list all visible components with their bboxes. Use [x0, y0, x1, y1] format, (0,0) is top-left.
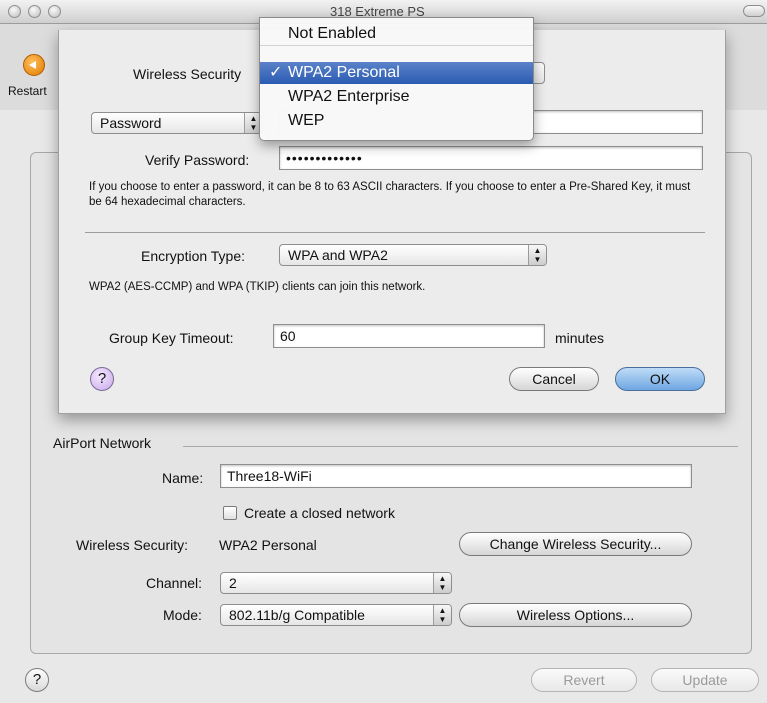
group-key-timeout-label: Group Key Timeout:	[109, 330, 234, 346]
close-window-button[interactable]	[8, 5, 21, 18]
closed-network-checkbox[interactable]	[223, 506, 237, 520]
menu-item-label: WEP	[288, 112, 325, 129]
restart-label[interactable]: Restart	[8, 84, 47, 98]
cancel-button[interactable]: Cancel	[509, 367, 599, 391]
wireless-security-label: Wireless Security:	[76, 537, 189, 553]
sheet-wireless-security-label: Wireless Security	[133, 66, 242, 82]
wireless-security-value: WPA2 Personal	[219, 537, 317, 553]
group-key-timeout-field[interactable]: 60	[273, 324, 545, 348]
sheet-divider	[85, 232, 705, 233]
verify-password-field[interactable]: •••••••••••••	[279, 146, 703, 170]
menu-item-label: WPA2 Personal	[288, 64, 400, 81]
verify-password-label: Verify Password:	[145, 152, 250, 168]
encryption-type-value: WPA and WPA2	[288, 247, 388, 263]
channel-label: Channel:	[146, 575, 203, 591]
name-label: Name:	[162, 470, 204, 486]
menu-separator	[260, 45, 533, 46]
revert-button[interactable]: Revert	[531, 668, 637, 692]
menu-item-label: Not Enabled	[288, 25, 377, 42]
password-info-text: If you choose to enter a password, it ca…	[89, 181, 691, 208]
channel-select[interactable]: 2 ▲ ▼	[220, 572, 452, 594]
zoom-window-button[interactable]	[48, 5, 61, 18]
menu-item-wpa2-enterprise[interactable]: WPA2 Enterprise	[260, 86, 533, 108]
closed-network-label: Create a closed network	[244, 505, 395, 521]
menu-item-label: WPA2 Enterprise	[288, 88, 410, 105]
channel-value: 2	[229, 575, 237, 591]
password-type-value: Password	[100, 115, 162, 131]
change-wireless-security-button[interactable]: Change Wireless Security...	[459, 532, 692, 556]
encryption-type-select[interactable]: WPA and WPA2 ▲ ▼	[279, 244, 547, 266]
update-button[interactable]: Update	[651, 668, 759, 692]
up-down-arrows-icon: ▲ ▼	[433, 573, 451, 593]
mode-value: 802.11b/g Compatible	[229, 607, 365, 623]
checkmark-icon: ✓	[269, 64, 283, 81]
airport-network-section-label: AirPort Network	[53, 435, 152, 451]
minimize-window-button[interactable]	[28, 5, 41, 18]
password-type-select[interactable]: Password ▲ ▼	[91, 112, 263, 134]
help-icon[interactable]: ?	[25, 668, 49, 692]
ok-button[interactable]: OK	[615, 367, 705, 391]
network-name-field[interactable]: Three18-WiFi	[220, 464, 692, 488]
menu-item-wpa2-personal[interactable]: ✓ WPA2 Personal	[260, 62, 533, 84]
encryption-info-text: WPA2 (AES-CCMP) and WPA (TKIP) clients c…	[89, 281, 426, 293]
help-icon[interactable]: ?	[90, 367, 114, 391]
up-down-arrows-icon: ▲ ▼	[433, 605, 451, 625]
toolbar-toggle-button[interactable]	[743, 5, 765, 17]
up-down-arrows-icon: ▲ ▼	[528, 245, 546, 265]
menu-item-wep[interactable]: WEP	[260, 110, 533, 132]
section-divider	[183, 446, 738, 447]
restart-icon[interactable]	[23, 54, 45, 76]
group-key-units-label: minutes	[555, 330, 605, 346]
mode-label: Mode:	[163, 607, 202, 623]
wireless-options-button[interactable]: Wireless Options...	[459, 603, 692, 627]
mode-select[interactable]: 802.11b/g Compatible ▲ ▼	[220, 604, 452, 626]
encryption-type-label: Encryption Type:	[141, 248, 246, 264]
menu-item-not-enabled[interactable]: Not Enabled	[260, 23, 533, 45]
wireless-security-menu: Not Enabled ✓ WPA2 Personal WPA2 Enterpr…	[259, 17, 534, 141]
